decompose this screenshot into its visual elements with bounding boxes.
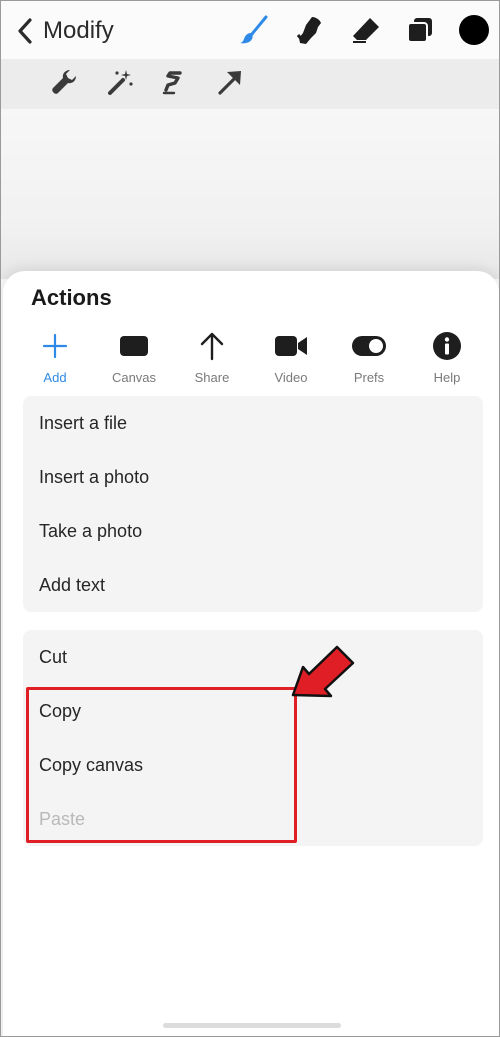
eraser-icon bbox=[350, 14, 382, 51]
toggle-icon bbox=[351, 329, 387, 363]
actions-tabs: Add Canvas Share Video Prefs Help bbox=[3, 329, 499, 389]
canvas-icon bbox=[119, 329, 149, 363]
actions-panel: Actions Add Canvas Share Video Prefs Hel… bbox=[3, 271, 499, 1036]
insert-photo-item[interactable]: Insert a photo bbox=[23, 450, 483, 504]
tab-label: Canvas bbox=[111, 370, 157, 385]
copy-canvas-item[interactable]: Copy canvas bbox=[23, 738, 483, 792]
layers-icon bbox=[405, 15, 435, 50]
insert-file-item[interactable]: Insert a file bbox=[23, 396, 483, 450]
clipboard-options-group: Cut Copy Copy canvas Paste bbox=[23, 630, 483, 846]
panel-title: Actions bbox=[31, 285, 112, 310]
video-camera-icon bbox=[274, 329, 308, 363]
share-arrow-icon bbox=[199, 329, 225, 363]
info-icon bbox=[432, 329, 462, 363]
tab-share[interactable]: Share bbox=[177, 329, 247, 389]
tab-label: Prefs bbox=[353, 370, 385, 385]
tab-label: Video bbox=[274, 370, 308, 385]
color-swatch-icon bbox=[458, 14, 490, 51]
copy-item[interactable]: Copy bbox=[23, 684, 483, 738]
tab-label: Share bbox=[194, 370, 230, 385]
top-bar: Modify bbox=[1, 1, 499, 59]
modify-toolbar bbox=[1, 59, 499, 109]
transform-arrow-icon bbox=[216, 68, 244, 101]
magic-wand-icon bbox=[106, 68, 134, 101]
tab-add[interactable]: Add bbox=[20, 329, 90, 389]
eraser-tool-button[interactable] bbox=[349, 15, 383, 49]
take-photo-item[interactable]: Take a photo bbox=[23, 504, 483, 558]
transform-button[interactable] bbox=[213, 67, 247, 101]
color-button[interactable] bbox=[457, 14, 491, 51]
add-options-group: Insert a file Insert a photo Take a phot… bbox=[23, 396, 483, 612]
tab-help[interactable]: Help bbox=[412, 329, 482, 389]
smudge-icon bbox=[294, 14, 326, 51]
pointer-arrow-icon bbox=[291, 645, 355, 698]
adjustments-button[interactable] bbox=[47, 67, 81, 101]
brush-icon bbox=[238, 14, 270, 51]
add-text-item[interactable]: Add text bbox=[23, 558, 483, 612]
cut-item[interactable]: Cut bbox=[23, 630, 483, 684]
back-button[interactable]: Modify bbox=[11, 13, 114, 49]
paste-item: Paste bbox=[39, 808, 86, 829]
home-indicator bbox=[163, 1023, 341, 1028]
selection-icon bbox=[160, 68, 188, 101]
plus-icon bbox=[41, 329, 69, 363]
app-screen: Modify Actions Add Canvas Share Video Pr… bbox=[0, 0, 500, 1037]
canvas-area[interactable] bbox=[1, 109, 499, 279]
tab-canvas[interactable]: Canvas bbox=[99, 329, 169, 389]
back-label: Modify bbox=[43, 17, 114, 44]
wrench-icon bbox=[50, 68, 78, 101]
magic-wand-button[interactable] bbox=[103, 67, 137, 101]
tab-video[interactable]: Video bbox=[256, 329, 326, 389]
layers-button[interactable] bbox=[403, 15, 437, 49]
selection-button[interactable] bbox=[157, 67, 191, 101]
tab-prefs[interactable]: Prefs bbox=[334, 329, 404, 389]
tab-label: Help bbox=[433, 370, 461, 385]
smudge-tool-button[interactable] bbox=[293, 15, 327, 49]
brush-tool-button[interactable] bbox=[237, 15, 271, 49]
tab-label: Add bbox=[43, 370, 67, 385]
chevron-left-icon bbox=[11, 13, 39, 49]
